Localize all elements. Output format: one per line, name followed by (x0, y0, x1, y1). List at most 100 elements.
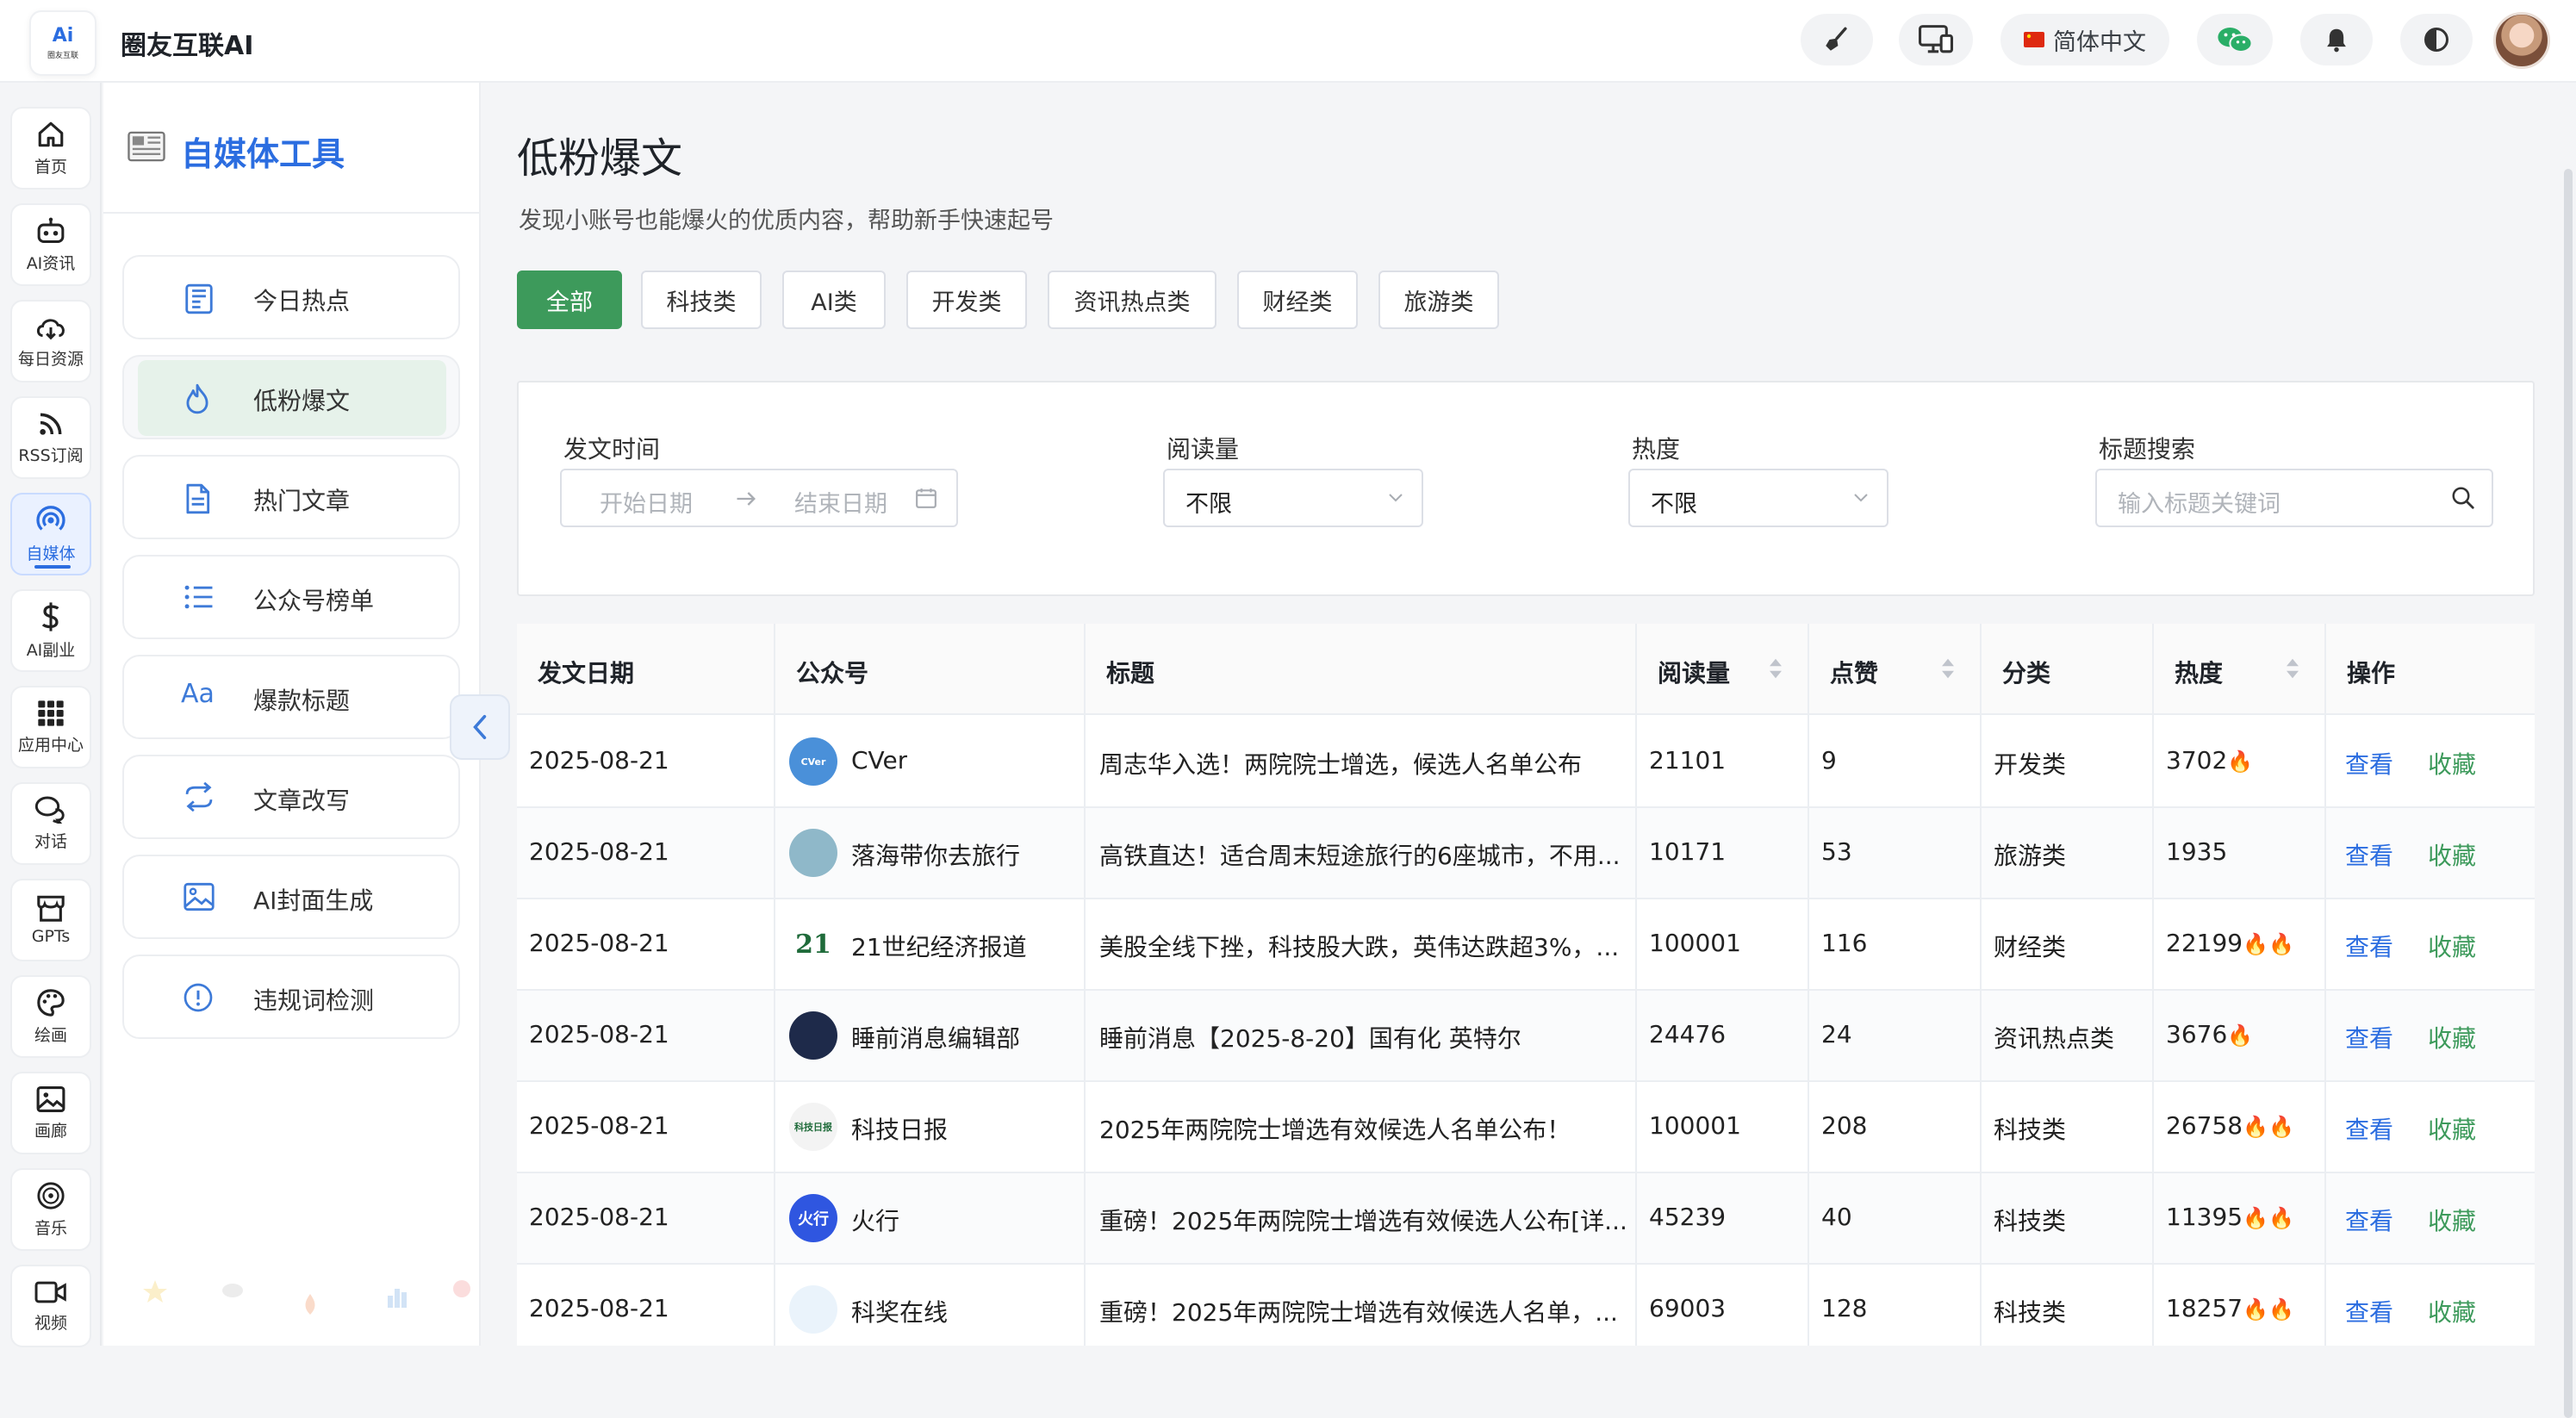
menu-item-rewrite[interactable]: 文章改写 (122, 755, 460, 839)
cell-title[interactable]: 重磅！2025年两院院士增选有效候选人公布[详... (1099, 1203, 1630, 1237)
favorite-link[interactable]: 收藏 (2428, 1294, 2476, 1328)
cell-title[interactable]: 高铁直达！适合周末短途旅行的6座城市，不用... (1099, 837, 1630, 872)
filter-panel: 发文时间 开始日期 结束日期 阅读量 不限 热度 不限 标题搜索 输入标题关键词 (517, 381, 2535, 596)
col-heat[interactable]: 热度 (2175, 655, 2223, 689)
view-link[interactable]: 查看 (2345, 1294, 2393, 1328)
rail-item-self-media[interactable]: 自媒体 (10, 493, 91, 575)
cell-account[interactable]: 21世纪经济报道 (851, 929, 1027, 963)
rail-item-ai-side-job[interactable]: AI副业 (10, 589, 91, 672)
table-row[interactable]: 2025-08-21 科奖在线 重磅！2025年两院院士增选有效候选人名单，..… (517, 1265, 2535, 1346)
col-account: 公众号 (796, 659, 869, 687)
user-avatar[interactable] (2493, 12, 2550, 69)
view-link[interactable]: 查看 (2345, 929, 2393, 963)
view-link[interactable]: 查看 (2345, 1203, 2393, 1237)
date-range-picker[interactable]: 开始日期 结束日期 (560, 469, 958, 527)
page-scrollbar[interactable] (2560, 83, 2576, 1418)
col-likes[interactable]: 点赞 (1830, 655, 1878, 689)
menu-item-today-hot[interactable]: 今日热点 (122, 255, 460, 339)
tab-ai[interactable]: AI类 (782, 271, 886, 329)
column-divider (774, 624, 775, 1346)
table-row[interactable]: 2025-08-21 落海带你去旅行 高铁直达！适合周末短途旅行的6座城市，不用… (517, 808, 2535, 899)
col-actions: 操作 (2347, 659, 2396, 687)
account-avatar (789, 829, 837, 877)
cell-account[interactable]: 落海带你去旅行 (851, 837, 1020, 872)
view-link[interactable]: 查看 (2345, 837, 2393, 872)
view-link[interactable]: 查看 (2345, 746, 2393, 781)
menu-item-label: 爆款标题 (253, 687, 351, 715)
menu-item-violation-check[interactable]: 违规词检测 (122, 955, 460, 1039)
rail-item-music[interactable]: 音乐 (10, 1168, 91, 1251)
cell-account[interactable]: 科技日报 (851, 1111, 948, 1146)
reads-select[interactable]: 不限 (1163, 469, 1423, 527)
col-title: 标题 (1106, 659, 1155, 687)
title-search-input[interactable]: 输入标题关键词 (2095, 469, 2493, 527)
table-row[interactable]: 2025-08-21 科技日报 科技日报 2025年两院院士增选有效候选人名单公… (517, 1082, 2535, 1173)
tab-news[interactable]: 资讯热点类 (1048, 271, 1216, 329)
menu-item-account-ranking[interactable]: 公众号榜单 (122, 555, 460, 639)
heat-select[interactable]: 不限 (1628, 469, 1888, 527)
rail-item-app-center[interactable]: 应用中心 (10, 686, 91, 768)
favorite-link[interactable]: 收藏 (2428, 837, 2476, 872)
menu-item-viral-titles[interactable]: Aa 爆款标题 (122, 655, 460, 739)
sort-icon[interactable] (2285, 656, 2300, 681)
table-row[interactable]: 2025-08-21 火行 火行 重磅！2025年两院院士增选有效候选人公布[详… (517, 1173, 2535, 1265)
cell-reads: 100001 (1649, 929, 1741, 957)
tab-dev[interactable]: 开发类 (906, 271, 1027, 329)
table-row[interactable]: 2025-08-21 21 21世纪经济报道 美股全线下挫，科技股大跌，英伟达跌… (517, 899, 2535, 991)
cell-account[interactable]: 科奖在线 (851, 1294, 948, 1328)
rail-item-ai-news[interactable]: AI资讯 (10, 203, 91, 286)
favorite-link[interactable]: 收藏 (2428, 1111, 2476, 1146)
tab-all[interactable]: 全部 (517, 271, 622, 329)
rail-item-gpts[interactable]: GPTs (10, 879, 91, 961)
menu-item-label: 文章改写 (253, 787, 351, 815)
rail-item-video[interactable]: 视频 (10, 1265, 91, 1347)
clean-button[interactable] (1801, 14, 1873, 65)
newspaper-icon (185, 283, 213, 314)
rail-item-drawing[interactable]: 绘画 (10, 975, 91, 1058)
cell-title[interactable]: 2025年两院院士增选有效候选人名单公布！ (1099, 1111, 1630, 1146)
screen-button[interactable] (1899, 14, 1973, 65)
favorite-link[interactable]: 收藏 (2428, 1020, 2476, 1054)
cell-title[interactable]: 重磅！2025年两院院士增选有效候选人名单，... (1099, 1294, 1630, 1328)
cell-account[interactable]: CVer (851, 746, 907, 774)
favorite-link[interactable]: 收藏 (2428, 746, 2476, 781)
dollar-icon (41, 601, 59, 631)
scrollbar-thumb[interactable] (2564, 169, 2573, 1418)
favorite-link[interactable]: 收藏 (2428, 929, 2476, 963)
menu-item-ai-cover[interactable]: AI封面生成 (122, 855, 460, 939)
theme-toggle[interactable] (2400, 14, 2473, 65)
broom-icon (1826, 27, 1847, 51)
rail-item-home[interactable]: 首页 (10, 107, 91, 190)
rail-item-chat[interactable]: 对话 (10, 782, 91, 865)
cell-date: 2025-08-21 (529, 1111, 669, 1140)
rail-item-gallery[interactable]: 画廊 (10, 1072, 91, 1154)
table-row[interactable]: 2025-08-21 睡前消息编辑部 睡前消息【2025-8-20】国有化 英特… (517, 991, 2535, 1082)
tab-travel[interactable]: 旅游类 (1378, 271, 1499, 329)
cell-title[interactable]: 周志华入选！两院院士增选，候选人名单公布 (1099, 746, 1630, 781)
column-divider (2152, 624, 2154, 1346)
tab-finance[interactable]: 财经类 (1237, 271, 1358, 329)
tab-tech[interactable]: 科技类 (641, 271, 762, 329)
view-link[interactable]: 查看 (2345, 1020, 2393, 1054)
favorite-link[interactable]: 收藏 (2428, 1203, 2476, 1237)
sort-icon[interactable] (1768, 656, 1783, 681)
language-selector[interactable]: 简体中文 (2000, 14, 2169, 65)
app-logo[interactable]: Ai 圈友互联 (29, 10, 96, 76)
view-link[interactable]: 查看 (2345, 1111, 2393, 1146)
cell-title[interactable]: 睡前消息【2025-8-20】国有化 英特尔 (1099, 1020, 1630, 1054)
notifications-button[interactable] (2300, 14, 2373, 65)
font-icon: Aa (181, 679, 215, 709)
menu-item-hot-articles[interactable]: 热门文章 (122, 455, 460, 539)
logo-text: Ai (52, 24, 74, 47)
col-reads[interactable]: 阅读量 (1658, 655, 1730, 689)
grid-icon (38, 700, 64, 726)
sort-icon[interactable] (1940, 656, 1956, 681)
rail-item-rss[interactable]: RSS订阅 (10, 396, 91, 479)
cell-account[interactable]: 睡前消息编辑部 (851, 1020, 1020, 1054)
menu-item-low-fan-viral[interactable]: 低粉爆文 (122, 355, 460, 439)
cell-account[interactable]: 火行 (851, 1203, 899, 1237)
table-row[interactable]: 2025-08-21 CVer CVer 周志华入选！两院院士增选，候选人名单公… (517, 717, 2535, 808)
rail-item-daily-resources[interactable]: 每日资源 (10, 300, 91, 382)
cell-title[interactable]: 美股全线下挫，科技股大跌，英伟达跌超3%，... (1099, 929, 1630, 963)
wechat-button[interactable] (2197, 14, 2273, 65)
